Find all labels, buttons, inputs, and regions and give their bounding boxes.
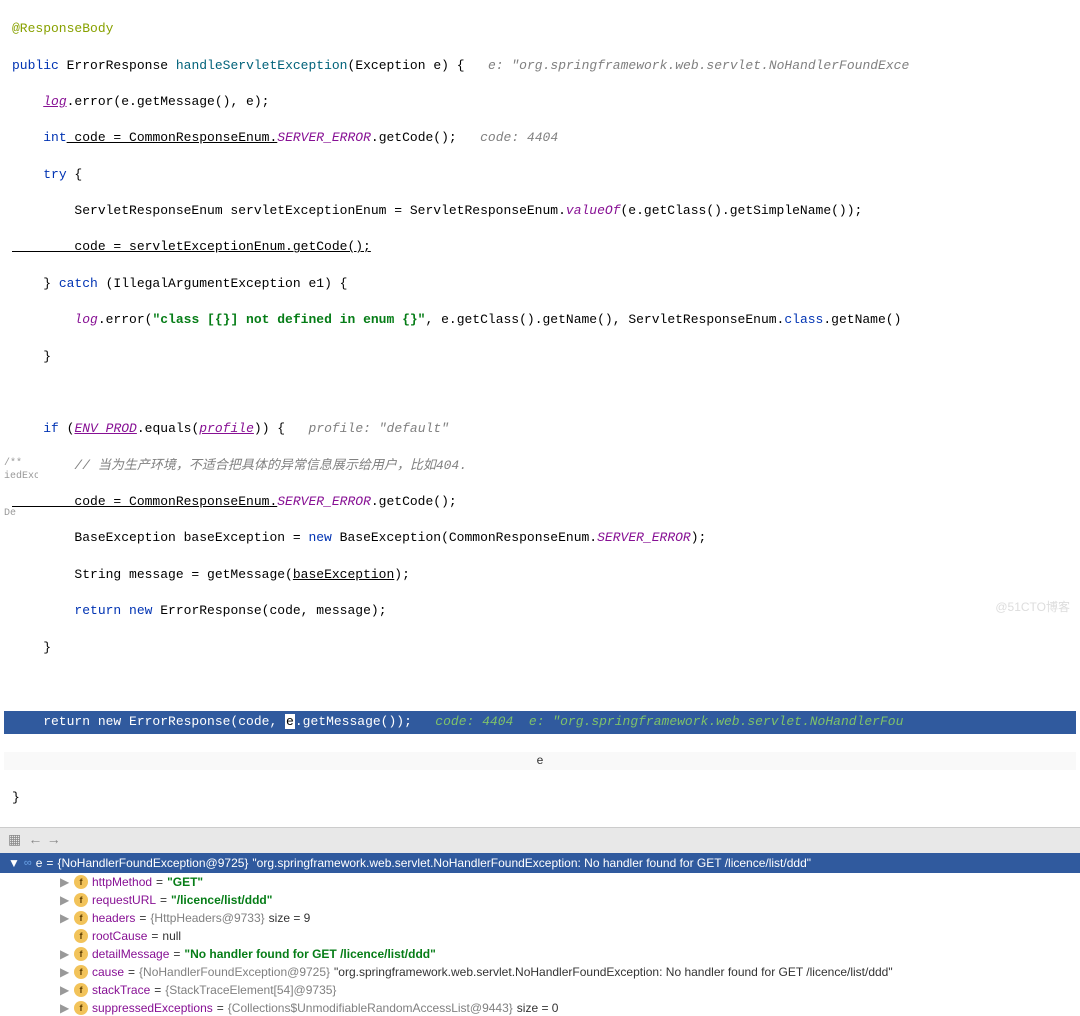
variable-row[interactable]: ▶fheaders = {HttpHeaders@9733} size = 9	[0, 909, 1080, 927]
field-icon: f	[74, 1001, 88, 1015]
field-value: {NoHandlerFoundException@9725}	[139, 965, 330, 979]
new-watch-icon[interactable]: ▦	[8, 832, 21, 849]
field-name: headers	[92, 911, 135, 925]
field-name: stackTrace	[92, 983, 150, 997]
field-value: {Collections$UnmodifiableRandomAccessLis…	[228, 1001, 513, 1015]
field-value: {HttpHeaders@9733}	[150, 911, 264, 925]
expand-icon[interactable]: ▼	[8, 856, 20, 870]
field-icon: f	[74, 929, 88, 943]
variable-row[interactable]: ▶fhttpMethod = "GET"	[0, 873, 1080, 891]
field-value: "GET"	[167, 875, 203, 889]
field-name: rootCause	[92, 929, 147, 943]
inline-hint: code: 4404 e: "org.springframework.web.s…	[412, 714, 903, 729]
field-name: requestURL	[92, 893, 156, 907]
expand-icon[interactable]: ▶	[60, 911, 70, 925]
field-value: "/licence/list/ddd"	[171, 893, 272, 907]
field-name: httpMethod	[92, 875, 152, 889]
variable-row[interactable]: ▶fsuppressedExceptions = {Collections$Un…	[0, 999, 1080, 1016]
field-size: size = 9	[269, 911, 311, 925]
expand-icon[interactable]: ▶	[60, 983, 70, 997]
gutter-tab[interactable]: De	[2, 507, 38, 520]
debug-toolbar: ▦ ← →	[0, 827, 1080, 853]
inline-hint: e: "org.springframework.web.servlet.NoHa…	[465, 58, 910, 73]
back-icon[interactable]: ←	[31, 833, 39, 849]
comment: // 当为生产环境，不适合把具体的异常信息展示给用户，比如404.	[12, 458, 467, 473]
var-type: {NoHandlerFoundException@9725}	[57, 856, 248, 870]
field-icon: f	[74, 875, 88, 889]
variable-root[interactable]: ▼ ∞ e = {NoHandlerFoundException@9725} "…	[0, 853, 1080, 873]
field-icon: f	[74, 983, 88, 997]
watermark: @51CTO博客	[995, 598, 1070, 615]
variable-row[interactable]: frootCause = null	[0, 927, 1080, 945]
code-editor[interactable]: @ResponseBody public ErrorResponse handl…	[0, 0, 1080, 827]
var-name: e	[36, 856, 43, 870]
field-tail: "org.springframework.web.servlet.NoHandl…	[334, 965, 893, 979]
kw-public: public	[12, 58, 59, 73]
log-field: log	[43, 94, 66, 109]
expand-icon[interactable]: ▶	[60, 947, 70, 961]
return-type: ErrorResponse	[67, 58, 168, 73]
expression-tooltip: e	[4, 752, 1076, 771]
caret-position: e	[285, 714, 295, 729]
field-name: detailMessage	[92, 947, 169, 961]
gutter-item: iedExc	[2, 470, 38, 483]
field-icon: f	[74, 911, 88, 925]
field-size: size = 0	[517, 1001, 559, 1015]
inline-hint: code: 4404	[457, 130, 558, 145]
forward-icon[interactable]: →	[50, 833, 58, 849]
field-value: "No handler found for GET /licence/list/…	[184, 947, 435, 961]
variables-panel[interactable]: ▼ ∞ e = {NoHandlerFoundException@9725} "…	[0, 853, 1080, 1016]
gutter-doc: /**	[2, 457, 38, 470]
expand-icon[interactable]: ▶	[60, 893, 70, 907]
method-name: handleServletException	[176, 58, 348, 73]
var-value: "org.springframework.web.servlet.NoHandl…	[252, 856, 811, 870]
variable-row[interactable]: ▶fdetailMessage = "No handler found for …	[0, 945, 1080, 963]
field-value: {StackTraceElement[54]@9735}	[165, 983, 336, 997]
expand-icon[interactable]: ▶	[60, 965, 70, 979]
field-name: cause	[92, 965, 124, 979]
expand-icon[interactable]: ▶	[60, 1001, 70, 1015]
field-icon: f	[74, 965, 88, 979]
inline-hint: profile: "default"	[285, 421, 449, 436]
field-name: suppressedExceptions	[92, 1001, 213, 1015]
field-icon: f	[74, 893, 88, 907]
variable-row[interactable]: ▶fcause = {NoHandlerFoundException@9725}…	[0, 963, 1080, 981]
variable-row[interactable]: ▶frequestURL = "/licence/list/ddd"	[0, 891, 1080, 909]
left-gutter: /** iedExc De	[0, 455, 40, 522]
current-execution-line[interactable]: return new ErrorResponse(code, e.getMess…	[4, 711, 1076, 733]
variable-row[interactable]: ▶fstackTrace = {StackTraceElement[54]@97…	[0, 981, 1080, 999]
field-icon: f	[74, 947, 88, 961]
field-value: null	[162, 929, 181, 943]
annotation: @ResponseBody	[12, 21, 113, 36]
expand-icon[interactable]: ▶	[60, 875, 70, 889]
link-icon: ∞	[24, 857, 32, 869]
